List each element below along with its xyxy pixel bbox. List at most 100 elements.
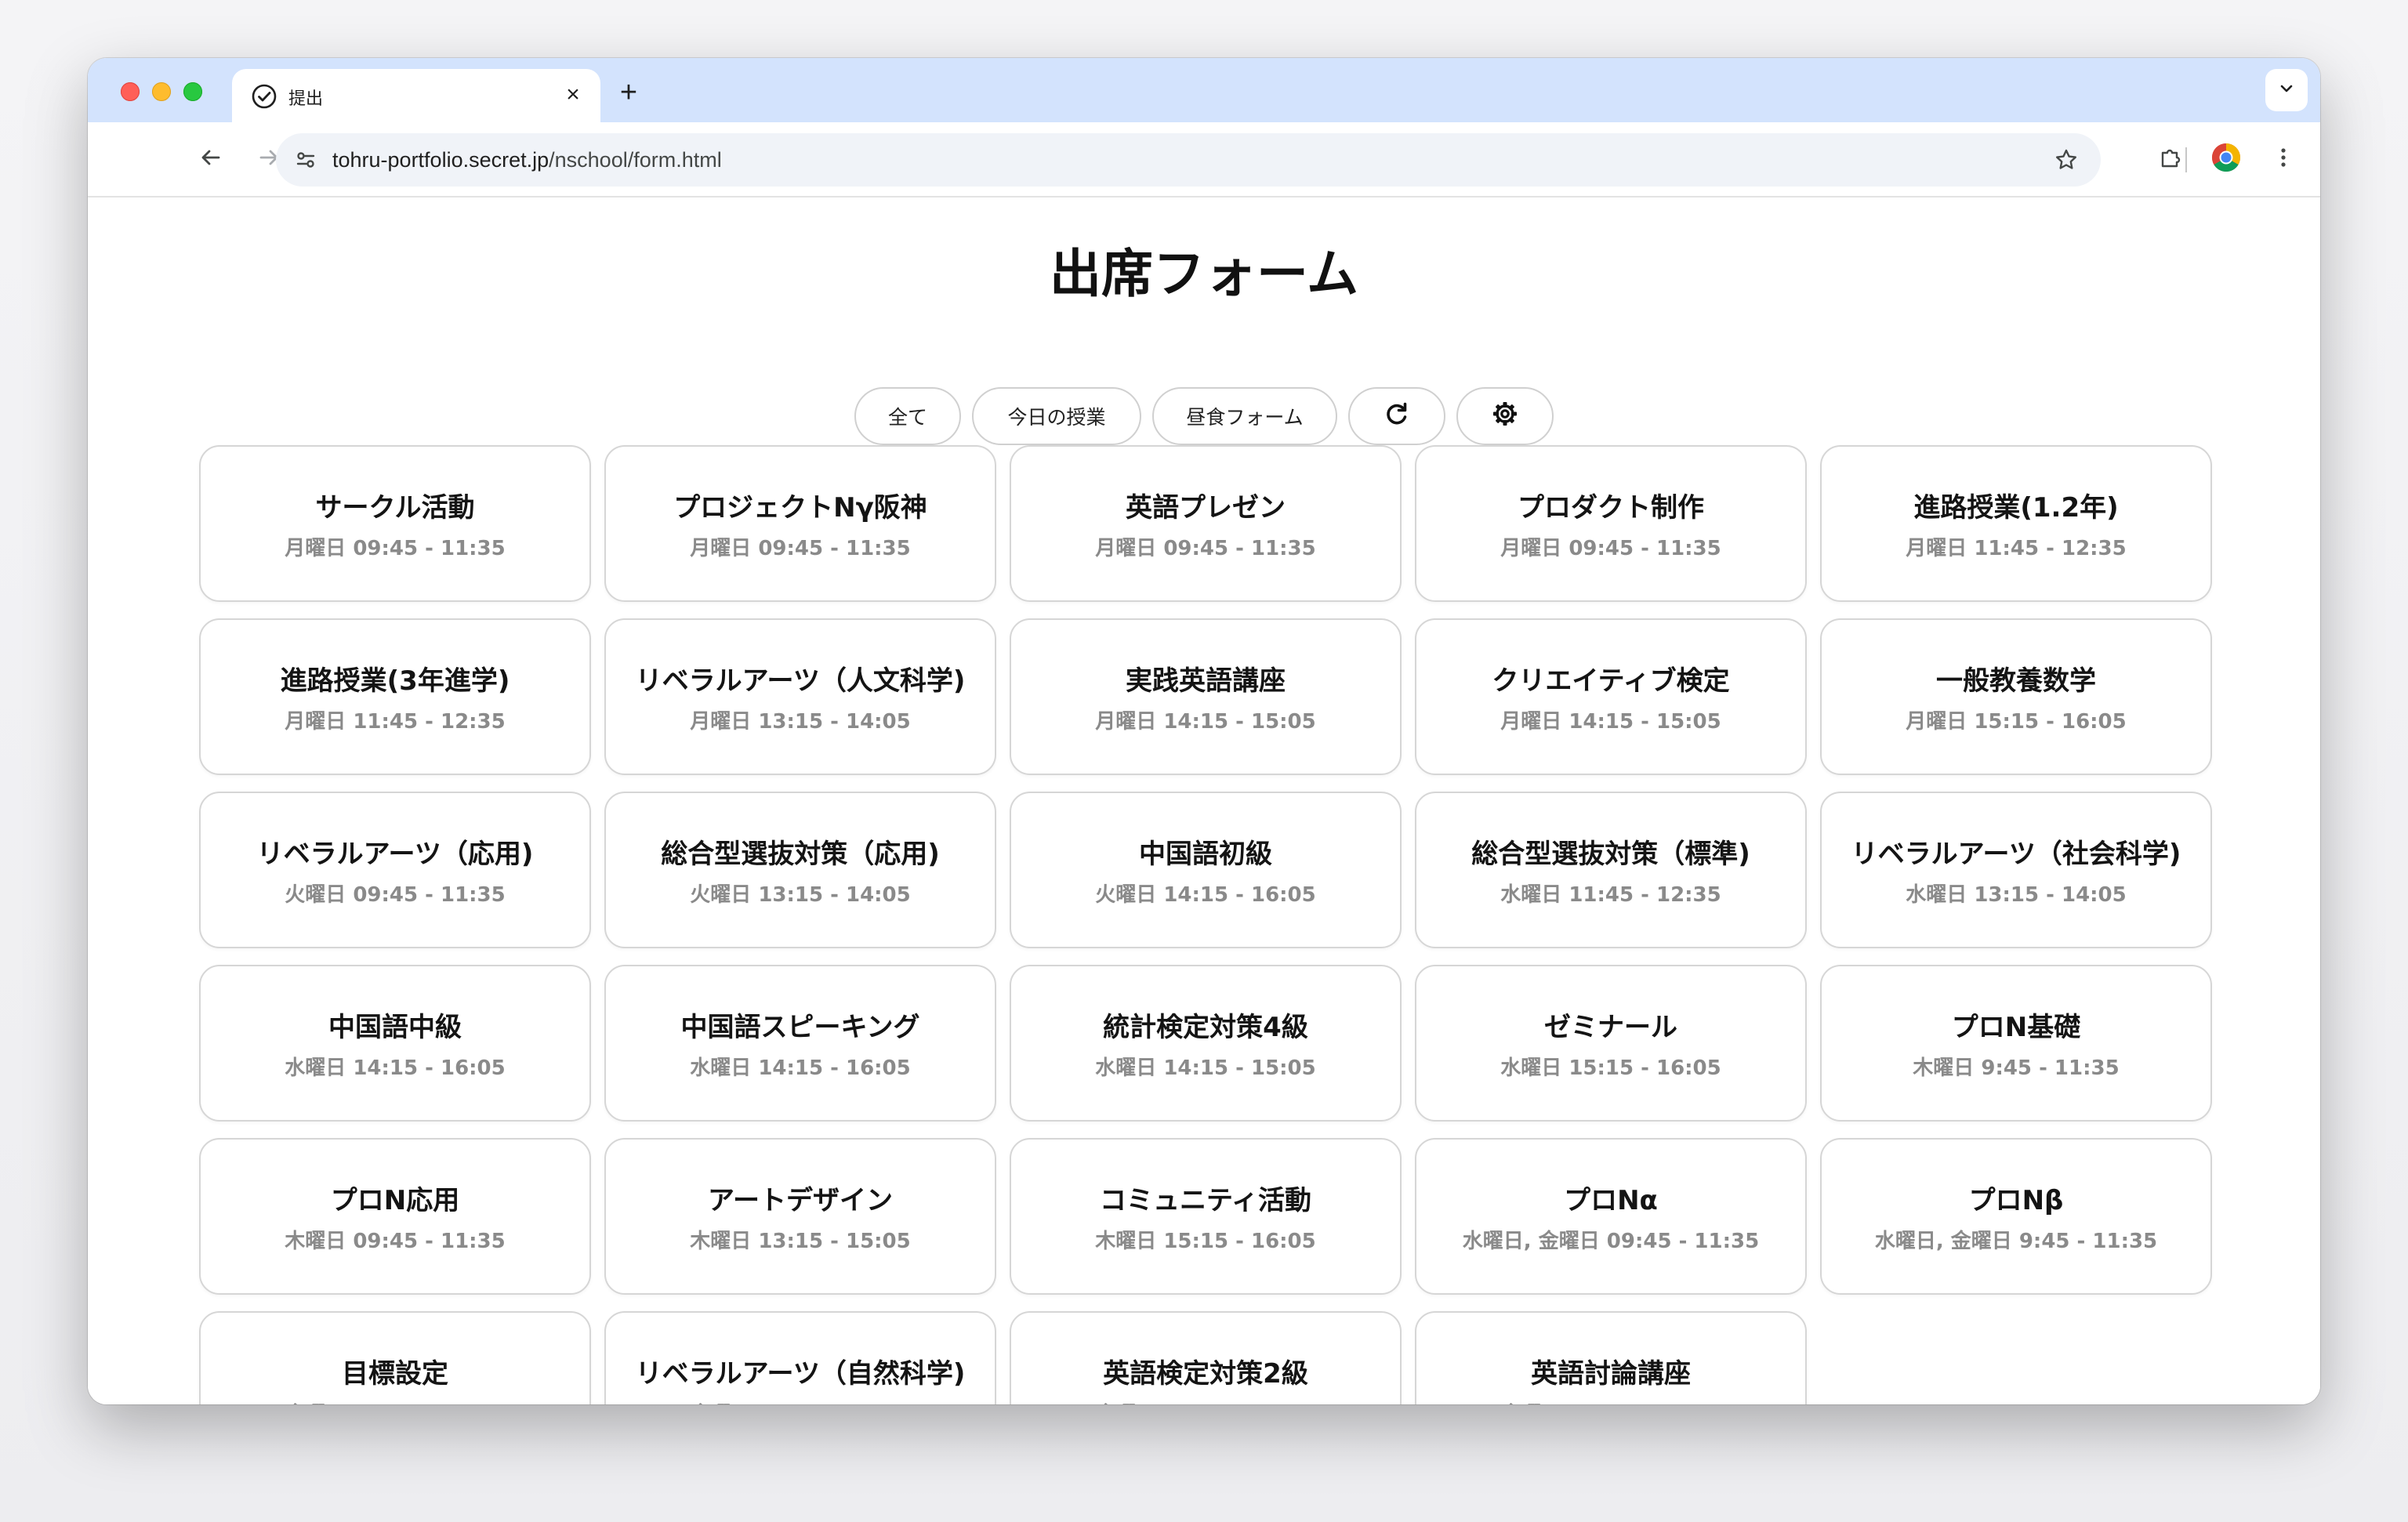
class-name: アートデザイン — [708, 1185, 893, 1216]
settings-button[interactable] — [1456, 387, 1554, 445]
class-card[interactable]: 総合型選抜対策（標準) 水曜日 11:45 - 12:35 — [1415, 792, 1807, 948]
class-schedule: 火曜日 13:15 - 14:05 — [690, 883, 911, 907]
profile-button[interactable] — [2207, 140, 2246, 179]
class-card[interactable]: リベラルアーツ（応用) 火曜日 09:45 - 11:35 — [199, 792, 591, 948]
class-schedule: 金曜日 14:15 - 15:05 — [1500, 1398, 1721, 1404]
class-name: プロNα — [1564, 1185, 1658, 1216]
class-card[interactable]: 目標設定金曜日 11:45 - 12:35 — [199, 1311, 591, 1404]
class-name: 総合型選抜対策（応用) — [661, 839, 940, 870]
tab-title: 提出 — [288, 89, 324, 109]
filter-today-label: 今日の授業 — [1007, 406, 1106, 429]
class-card[interactable]: 一般教養数学月曜日 15:15 - 16:05 — [1820, 618, 2212, 775]
class-schedule: 月曜日 09:45 - 11:35 — [1500, 537, 1721, 560]
class-card[interactable]: 中国語スピーキング 水曜日 14:15 - 16:05 — [604, 965, 996, 1122]
class-schedule: 金曜日 11:45 - 12:35 — [285, 1398, 505, 1404]
new-tab-button[interactable]: + — [611, 75, 646, 110]
minimize-window-button[interactable] — [152, 82, 171, 101]
class-card[interactable]: リベラルアーツ（社会科学) 水曜日 13:15 - 14:05 — [1820, 792, 2212, 948]
class-card[interactable]: 進路授業(1.2年) 月曜日 11:45 - 12:35 — [1820, 445, 2212, 602]
class-name: 進路授業(1.2年) — [1913, 492, 2119, 524]
class-schedule: 月曜日 14:15 - 15:05 — [1095, 710, 1316, 734]
refresh-button[interactable] — [1348, 387, 1445, 445]
class-schedule: 月曜日 09:45 - 11:35 — [1095, 537, 1316, 560]
class-name: プロジェクトNγ阪神 — [673, 492, 927, 524]
class-card[interactable]: クリエイティブ検定 月曜日 14:15 - 15:05 — [1415, 618, 1807, 775]
browser-toolbar: tohru-portfolio.secret.jp/nschool/form.h… — [88, 122, 2320, 197]
gear-icon — [1491, 400, 1519, 433]
class-schedule: 木曜日 15:15 - 16:05 — [1095, 1230, 1316, 1253]
class-schedule: 水曜日, 金曜日 09:45 - 11:35 — [1462, 1230, 1760, 1253]
close-icon: × — [566, 82, 580, 107]
class-schedule: 木曜日 09:45 - 11:35 — [285, 1230, 506, 1253]
close-tab-button[interactable]: × — [560, 82, 586, 108]
class-name: 一般教養数学 — [1936, 665, 2096, 697]
class-schedule: 水曜日 15:15 - 16:05 — [1500, 1056, 1721, 1080]
class-card[interactable]: 英語討論講座金曜日 14:15 - 15:05 — [1415, 1311, 1807, 1404]
class-name: サークル活動 — [315, 492, 475, 524]
class-card[interactable]: コミュニティ活動 木曜日 15:15 - 16:05 — [1010, 1138, 1402, 1295]
class-card[interactable]: プロNβ 水曜日, 金曜日 9:45 - 11:35 — [1820, 1138, 2212, 1295]
browser-menu-button[interactable] — [2264, 140, 2303, 179]
class-card[interactable]: 進路授業(3年進学) 月曜日 11:45 - 12:35 — [199, 618, 591, 775]
class-card[interactable]: プロN基礎 木曜日 9:45 - 11:35 — [1820, 965, 2212, 1122]
class-name: リベラルアーツ（社会科学) — [1851, 839, 2181, 870]
class-name: リベラルアーツ（人文科学) — [635, 665, 966, 697]
class-card[interactable]: 統計検定対策4級 水曜日 14:15 - 15:05 — [1010, 965, 1402, 1122]
class-card[interactable]: プロジェクトNγ阪神 月曜日 09:45 - 11:35 — [604, 445, 996, 602]
class-name: 総合型選抜対策（標準) — [1471, 839, 1750, 870]
arrow-left-icon — [199, 146, 223, 173]
back-button[interactable] — [191, 140, 230, 179]
toolbar-divider — [2185, 147, 2187, 172]
class-card[interactable]: 英語プレゼン 月曜日 09:45 - 11:35 — [1010, 445, 1402, 602]
class-card[interactable]: 中国語中級水曜日 14:15 - 16:05 — [199, 965, 591, 1122]
site-info-icon[interactable] — [288, 143, 323, 177]
filter-lunch-button[interactable]: 昼食フォーム — [1152, 387, 1337, 445]
class-name: プロN応用 — [330, 1185, 460, 1216]
tab-strip: 提出 × + — [88, 58, 2320, 122]
class-name: 英語検定対策2級 — [1103, 1358, 1308, 1390]
page-title: 出席フォーム — [1049, 244, 1359, 304]
class-card[interactable]: 中国語初級火曜日 14:15 - 16:05 — [1010, 792, 1402, 948]
class-card[interactable]: 総合型選抜対策（応用) 火曜日 13:15 - 14:05 — [604, 792, 996, 948]
tab-search-button[interactable] — [2265, 69, 2308, 111]
zoom-window-button[interactable] — [183, 82, 202, 101]
class-card[interactable]: ゼミナール 水曜日 15:15 - 16:05 — [1415, 965, 1807, 1122]
class-card[interactable]: リベラルアーツ（自然科学) 金曜日 13:15 - 14:05 — [604, 1311, 996, 1404]
class-card[interactable]: 実践英語講座月曜日 14:15 - 15:05 — [1010, 618, 1402, 775]
class-name: 中国語中級 — [328, 1012, 462, 1043]
url-host: tohru-portfolio.secret.jp — [332, 148, 549, 172]
bookmark-star-icon[interactable] — [2049, 143, 2083, 177]
class-name: プロダクト制作 — [1518, 492, 1704, 524]
class-name: クリエイティブ検定 — [1492, 665, 1730, 697]
filter-all-label: 全て — [887, 406, 927, 429]
filter-today-button[interactable]: 今日の授業 — [972, 387, 1141, 445]
class-name: 中国語スピーキング — [680, 1012, 920, 1043]
class-schedule: 火曜日 09:45 - 11:35 — [285, 883, 506, 907]
class-name: 英語討論講座 — [1531, 1358, 1691, 1390]
filter-all-button[interactable]: 全て — [854, 387, 961, 445]
class-card[interactable]: サークル活動月曜日 09:45 - 11:35 — [199, 445, 591, 602]
class-schedule: 月曜日 09:45 - 11:35 — [285, 537, 506, 560]
class-name: 統計検定対策4級 — [1103, 1012, 1308, 1043]
plus-icon: + — [619, 75, 638, 109]
class-card[interactable]: プロN応用木曜日 09:45 - 11:35 — [199, 1138, 591, 1295]
class-name: 実践英語講座 — [1126, 665, 1286, 697]
class-schedule: 月曜日 15:15 - 16:05 — [1906, 710, 2127, 734]
class-schedule: 水曜日, 金曜日 9:45 - 11:35 — [1874, 1230, 2158, 1253]
class-card[interactable]: 英語検定対策2級金曜日 14:15 - 15:05 — [1010, 1311, 1402, 1404]
class-name: 中国語初級 — [1139, 839, 1272, 870]
extensions-button[interactable] — [2151, 140, 2190, 179]
class-card[interactable]: アートデザイン 木曜日 13:15 - 15:05 — [604, 1138, 996, 1295]
class-card[interactable]: プロダクト制作月曜日 09:45 - 11:35 — [1415, 445, 1807, 602]
class-name: 進路授業(3年進学) — [280, 665, 510, 697]
url-path: /nschool/form.html — [549, 148, 722, 172]
address-bar[interactable]: tohru-portfolio.secret.jp/nschool/form.h… — [276, 133, 2101, 187]
class-card[interactable]: プロNα 水曜日, 金曜日 09:45 - 11:35 — [1415, 1138, 1807, 1295]
class-schedule: 水曜日 14:15 - 16:05 — [285, 1056, 506, 1080]
url-text: tohru-portfolio.secret.jp/nschool/form.h… — [332, 148, 722, 172]
close-window-button[interactable] — [121, 82, 140, 101]
class-schedule: 火曜日 14:15 - 16:05 — [1095, 883, 1316, 907]
class-card[interactable]: リベラルアーツ（人文科学) 月曜日 13:15 - 14:05 — [604, 618, 996, 775]
active-tab[interactable]: 提出 × — [232, 69, 600, 122]
class-name: 目標設定 — [342, 1358, 448, 1390]
